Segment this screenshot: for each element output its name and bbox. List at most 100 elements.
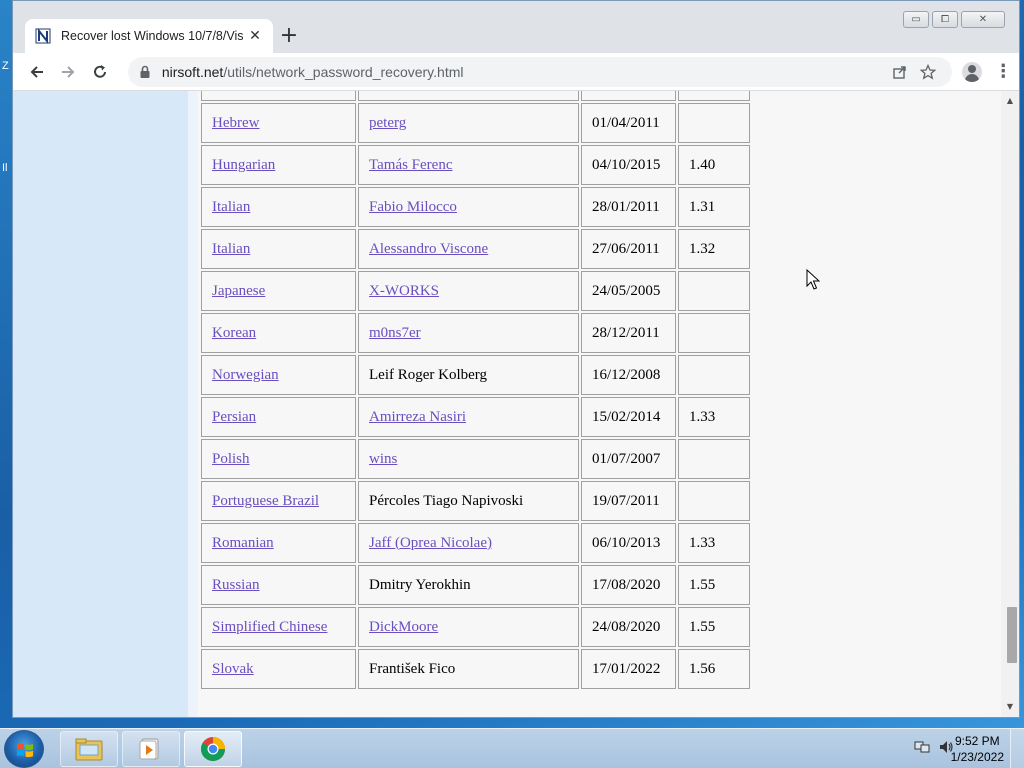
system-clock[interactable]: 9:52 PM 1/23/2022	[951, 733, 1004, 765]
taskbar-file-explorer[interactable]	[60, 731, 118, 767]
translator-cell: Jaff (Oprea Nicolae)	[358, 523, 579, 563]
version-cell	[678, 313, 750, 353]
language-link[interactable]: Italian	[212, 241, 250, 257]
translator-link[interactable]: Fabio Milocco	[369, 199, 457, 215]
start-button[interactable]	[4, 730, 44, 768]
version-cell	[678, 439, 750, 479]
network-icon[interactable]	[914, 739, 930, 755]
language-link[interactable]: Polish	[212, 451, 250, 467]
taskbar-media-player[interactable]	[122, 731, 180, 767]
desktop-glyph: Il	[2, 162, 8, 174]
translator-cell: Leif Roger Kolberg	[358, 355, 579, 395]
version-cell: 1.33	[678, 397, 750, 437]
taskbar: 9:52 PM 1/23/2022	[0, 728, 1024, 768]
version-cell: 1.56	[678, 649, 750, 689]
language-link[interactable]: Italian	[212, 199, 250, 215]
translator-link[interactable]: m0ns7er	[369, 325, 421, 341]
browser-window: Recover lost Windows 10/7/8/Vis ✕ + ▭ ⧠ …	[12, 0, 1020, 718]
maximize-button[interactable]: ⧠	[932, 11, 958, 28]
folder-icon	[75, 738, 103, 761]
translations-table: Greek geogeo.gr 03/08/2016 1.50 Hebrew p…	[199, 91, 752, 691]
translator-link[interactable]: peterg	[369, 115, 406, 131]
date-cell: 28/01/2011	[581, 187, 676, 227]
language-cell: Norwegian	[201, 355, 356, 395]
profile-avatar-icon[interactable]	[956, 56, 988, 88]
table-row: Polish wins 01/07/2007	[201, 439, 750, 479]
minimize-button[interactable]: ▭	[903, 11, 929, 28]
share-icon[interactable]	[886, 58, 914, 86]
date-cell: 24/08/2020	[581, 607, 676, 647]
language-cell: Italian	[201, 187, 356, 227]
date-cell: 17/08/2020	[581, 565, 676, 605]
language-link[interactable]: Japanese	[212, 283, 265, 299]
language-link[interactable]: Hungarian	[212, 157, 275, 173]
translator-link[interactable]: Amirreza Nasiri	[369, 409, 466, 425]
url-host: nirsoft.net	[161, 63, 224, 80]
table-row: Italian Fabio Milocco 28/01/2011 1.31	[201, 187, 750, 227]
version-cell	[678, 271, 750, 311]
sidebar-edge	[188, 91, 198, 717]
browser-tab[interactable]: Recover lost Windows 10/7/8/Vis ✕	[25, 19, 273, 53]
show-desktop-button[interactable]	[1010, 729, 1024, 768]
clock-date: 1/23/2022	[950, 750, 1004, 764]
more-menu-icon[interactable]: ⋮	[987, 56, 1019, 88]
date-cell: 04/10/2015	[581, 145, 676, 185]
language-link[interactable]: Korean	[212, 325, 256, 341]
translator-cell: František Fico	[358, 649, 579, 689]
windows-logo-icon	[17, 743, 33, 758]
language-cell: Hebrew	[201, 103, 356, 143]
date-cell: 27/06/2011	[581, 229, 676, 269]
version-cell: 1.31	[678, 187, 750, 227]
url-path: /utils/network_password_recovery.html	[223, 63, 464, 80]
translator-cell: Tamás Ferenc	[358, 145, 579, 185]
translator-link[interactable]: Tamás Ferenc	[369, 157, 453, 173]
language-link[interactable]: Persian	[212, 409, 256, 425]
table-row: Greek geogeo.gr 03/08/2016 1.50	[201, 91, 750, 101]
translator-name: František Fico	[369, 660, 456, 677]
version-cell	[678, 355, 750, 395]
table-row: Simplified Chinese DickMoore 24/08/2020 …	[201, 607, 750, 647]
language-link[interactable]: Simplified Chinese	[212, 619, 327, 635]
address-bar[interactable]: nirsoft.net/utils/network_password_recov…	[127, 56, 952, 87]
scroll-down-arrow-icon[interactable]: ▼	[1001, 699, 1019, 715]
translator-link[interactable]: DickMoore	[369, 619, 438, 635]
language-link[interactable]: Romanian	[212, 535, 274, 551]
language-link[interactable]: Hebrew	[212, 115, 259, 131]
table-row: Hungarian Tamás Ferenc 04/10/2015 1.40	[201, 145, 750, 185]
translator-link[interactable]: Alessandro Viscone	[369, 241, 488, 257]
language-cell: Simplified Chinese	[201, 607, 356, 647]
back-arrow-icon[interactable]	[21, 56, 53, 88]
bookmark-star-icon[interactable]	[914, 58, 942, 86]
lock-icon[interactable]	[138, 65, 152, 79]
scroll-up-arrow-icon[interactable]: ▲	[1001, 93, 1019, 109]
translator-link[interactable]: wins	[369, 451, 397, 467]
new-tab-button[interactable]: +	[277, 25, 301, 49]
forward-arrow-icon[interactable]	[53, 56, 85, 88]
language-link[interactable]: Slovak	[212, 661, 254, 677]
scrollbar-thumb[interactable]	[1007, 607, 1017, 663]
language-cell: Polish	[201, 439, 356, 479]
language-link[interactable]: Norwegian	[212, 367, 279, 383]
translator-link[interactable]: X-WORKS	[369, 283, 439, 299]
date-cell: 03/08/2016	[581, 91, 676, 101]
reload-icon[interactable]	[84, 56, 116, 88]
language-cell: Japanese	[201, 271, 356, 311]
language-link[interactable]: Russian	[212, 577, 260, 593]
version-cell: 1.40	[678, 145, 750, 185]
translator-name: Leif Roger Kolberg	[369, 366, 488, 383]
language-link[interactable]: Portuguese Brazil	[212, 493, 319, 509]
language-cell: Korean	[201, 313, 356, 353]
page-scrollbar[interactable]: ▲ ▼	[1001, 91, 1019, 717]
date-cell: 28/12/2011	[581, 313, 676, 353]
translator-cell: Fabio Milocco	[358, 187, 579, 227]
translator-cell: DickMoore	[358, 607, 579, 647]
translator-link[interactable]: Jaff (Oprea Nicolae)	[369, 535, 492, 551]
date-cell: 16/12/2008	[581, 355, 676, 395]
taskbar-chrome[interactable]	[184, 731, 242, 767]
close-window-button[interactable]: ✕	[961, 11, 1005, 28]
date-cell: 06/10/2013	[581, 523, 676, 563]
translator-cell: Pércoles Tiago Napivoski	[358, 481, 579, 521]
url-text[interactable]: nirsoft.net/utils/network_password_recov…	[162, 64, 886, 80]
date-cell: 15/02/2014	[581, 397, 676, 437]
close-tab-icon[interactable]: ✕	[247, 28, 263, 44]
